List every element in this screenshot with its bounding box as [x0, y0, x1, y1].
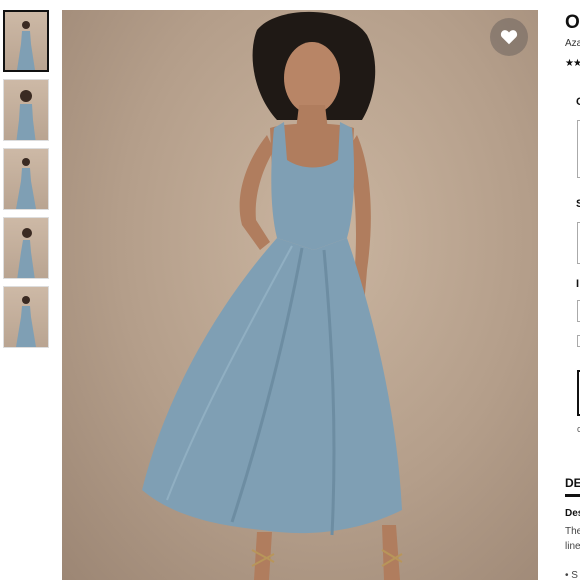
thumbnail-3[interactable]: [3, 148, 49, 210]
dress-thumbnail-figure: [17, 21, 35, 70]
main-product-image[interactable]: [62, 10, 538, 580]
dress-thumbnail-figure: [16, 158, 36, 209]
product-details-panel: O Aza ★★ C S I c DE Des The line • S: [560, 0, 580, 580]
product-title: O: [565, 12, 580, 33]
tab-underline: [565, 494, 580, 497]
description-text-line: line: [565, 541, 580, 552]
model-dress-illustration: [142, 11, 403, 580]
extra-label: I: [576, 278, 580, 290]
color-label: C: [576, 96, 580, 108]
dress-thumbnail-figure: [16, 296, 36, 347]
thumbnail-1[interactable]: [3, 10, 49, 72]
heart-icon: [500, 30, 518, 45]
thumbnail-list: [3, 10, 51, 355]
thumbnail-2[interactable]: [3, 79, 49, 141]
thumbnail-5[interactable]: [3, 286, 49, 348]
tab-description[interactable]: DE: [565, 476, 580, 490]
description-text-line: The: [565, 526, 580, 537]
brand-link[interactable]: Aza: [565, 38, 580, 49]
favorite-button[interactable]: [490, 18, 528, 56]
thumbnail-4[interactable]: [3, 217, 49, 279]
description-heading: Des: [565, 508, 580, 519]
size-label: S: [576, 198, 580, 210]
dress-thumbnail-figure: [16, 90, 36, 140]
dress-thumbnail-figure: [17, 228, 35, 278]
description-bullet: • S: [565, 570, 578, 580]
rating-stars[interactable]: ★★: [565, 58, 580, 69]
